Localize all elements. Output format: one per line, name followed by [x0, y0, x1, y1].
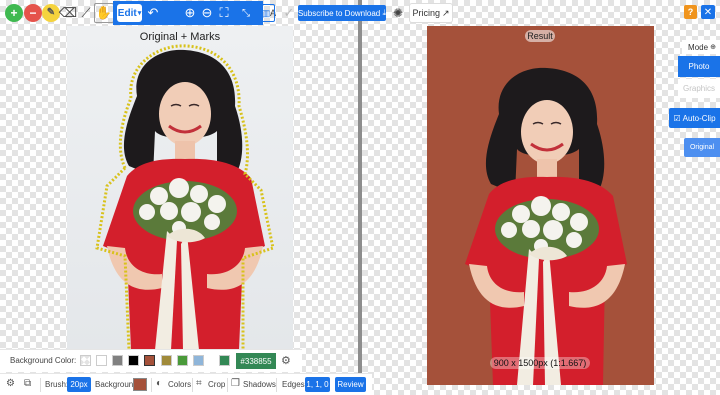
check-icon[interactable]: ✓ [279, 3, 299, 23]
gear-icon[interactable]: ⚙ [281, 354, 291, 367]
hex-color-input[interactable]: #338855 [236, 353, 276, 369]
divider [276, 378, 277, 392]
edit-dropdown[interactable]: Edit ▾ [117, 4, 142, 22]
mode-graphics-button[interactable]: Graphics [678, 79, 720, 98]
original-title: Original + Marks [139, 31, 221, 43]
fit-screen-icon[interactable]: ⛶ [214, 3, 234, 23]
subscribe-label: Subscribe to Download [297, 8, 381, 18]
autoclip-toggle[interactable]: ☑ Auto-Clip [669, 108, 720, 128]
pricing-button[interactable]: Pricing ↗ [409, 3, 453, 23]
eraser-icon[interactable]: ⌫ [58, 3, 78, 23]
color-swatch-selected[interactable] [144, 355, 155, 366]
edges-label: Edges: [282, 380, 307, 389]
mode-label: Mode [688, 42, 709, 52]
color-swatch[interactable] [128, 355, 139, 366]
layers-icon[interactable]: ⧉ [24, 378, 31, 389]
bottom-toolbar: ⚙ ⧉ Brush: 20px Background: ◐ Colors ⌗ C… [0, 373, 372, 395]
scalpel-icon[interactable]: ⟋ [76, 3, 96, 23]
mode-photo-button[interactable]: Photo [678, 56, 720, 77]
review-button[interactable]: Review [335, 377, 366, 392]
undo-icon[interactable]: ↶ [143, 3, 163, 23]
crop-icon[interactable]: ⌗ [196, 378, 202, 389]
gear-icon[interactable]: ⚙ [6, 378, 15, 389]
colors-button[interactable]: Colors [168, 380, 191, 389]
settings-bulb-icon[interactable]: ✺ [388, 3, 408, 23]
background-color-bar: Background Color: #338855 ⚙ [0, 349, 302, 372]
background-color-label: Background Color: [10, 356, 77, 365]
divider [192, 378, 193, 392]
split-view-icon[interactable]: ▥ [257, 4, 275, 22]
original-button[interactable]: Original [684, 138, 720, 157]
download-icon: ⤓ [382, 8, 387, 17]
result-size-label: 900 x 1500px (1:1.667) [490, 357, 590, 369]
divider [151, 378, 152, 392]
checkbox-checked-icon: ☑ [673, 113, 681, 123]
close-button[interactable]: ✕ [701, 5, 715, 19]
chevron-down-icon: ▾ [137, 10, 142, 17]
color-swatch[interactable] [177, 355, 188, 366]
crop-button[interactable]: Crop [208, 380, 225, 389]
hand-pan-icon[interactable]: ✋ [94, 3, 114, 23]
mode-header: Mode ⊕ [682, 40, 720, 54]
remove-mark-icon[interactable]: − [24, 4, 42, 22]
original-photo[interactable]: Original + Marks [67, 26, 293, 350]
shadows-icon[interactable]: ❐ [231, 378, 240, 389]
external-link-icon: ↗ [441, 7, 450, 18]
color-swatch[interactable] [193, 355, 204, 366]
transparent-swatch[interactable] [80, 355, 91, 366]
pane-divider[interactable] [358, 0, 362, 395]
exit-fullscreen-icon[interactable]: ⤡ [236, 3, 256, 23]
result-image [465, 67, 627, 385]
help-button[interactable]: ? [684, 5, 697, 19]
expand-icon: ⊕ [710, 44, 716, 51]
divider [227, 378, 228, 392]
divider [40, 378, 41, 392]
color-swatch[interactable] [112, 355, 123, 366]
subscribe-button[interactable]: Subscribe to Download ⤓ [298, 5, 386, 21]
result-title: Result [525, 30, 555, 42]
colors-icon[interactable]: ◐ [156, 378, 162, 389]
autoclip-label: Auto-Clip [682, 113, 716, 123]
edges-button[interactable]: 1, 1, 0 [305, 377, 330, 392]
background-color-button[interactable] [133, 378, 147, 391]
edit-label: Edit [117, 7, 137, 19]
color-swatch[interactable] [219, 355, 230, 366]
shadows-button[interactable]: Shadows [243, 380, 276, 389]
brush-label: Brush: [45, 380, 69, 389]
add-mark-icon[interactable]: + [5, 4, 23, 22]
pricing-label: Pricing [412, 8, 440, 18]
result-photo [427, 26, 654, 385]
original-image-with-marks [95, 44, 275, 350]
brush-size-button[interactable]: 20px [67, 377, 91, 392]
color-swatch[interactable] [96, 355, 107, 366]
color-swatch[interactable] [161, 355, 172, 366]
